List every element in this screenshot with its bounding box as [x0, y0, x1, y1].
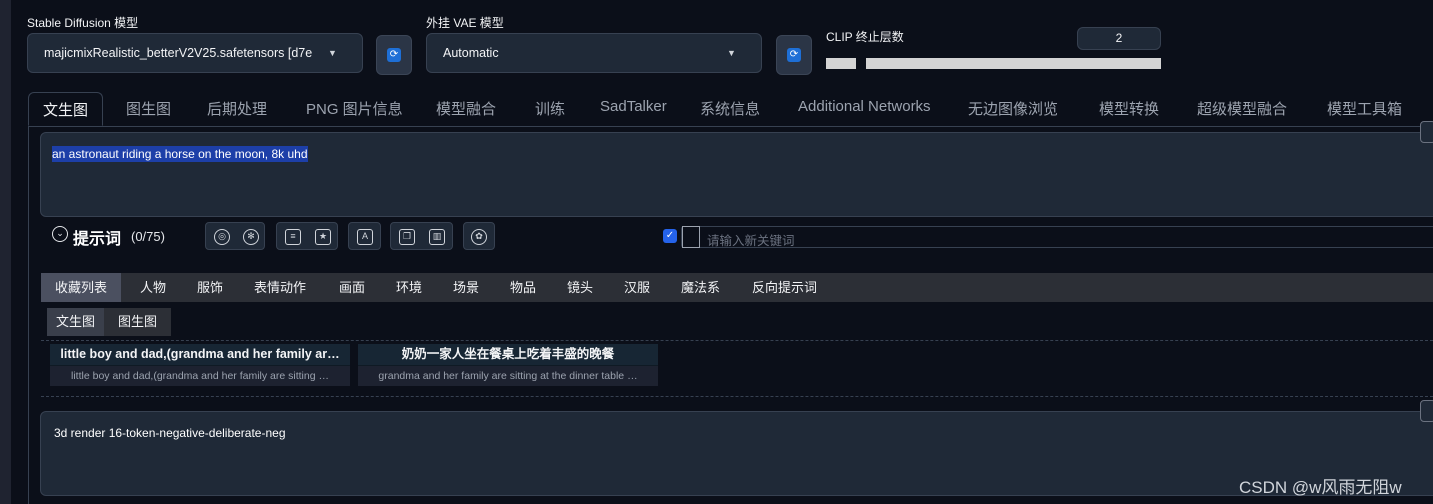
- bookmark-icon[interactable]: ★: [315, 229, 331, 245]
- tab-system-info[interactable]: 系统信息: [700, 98, 760, 119]
- vae-select-value: Automatic: [443, 46, 499, 60]
- tab-model-toolkit[interactable]: 模型工具箱: [1327, 98, 1402, 119]
- tab-merge[interactable]: 模型融合: [436, 98, 496, 119]
- tab-image-browser[interactable]: 无边图像浏览: [968, 98, 1058, 119]
- category-negative[interactable]: 反向提示词: [752, 273, 817, 302]
- openai-icon: ✿: [471, 229, 487, 245]
- category-tabs: 收藏列表 人物 服饰 表情动作 画面 环境 场景 物品 镜头 汉服 魔法系 反向…: [41, 273, 1433, 302]
- tab-img2img[interactable]: 图生图: [126, 98, 171, 119]
- gear-icon[interactable]: ✻: [243, 229, 259, 245]
- negative-prompt-text: 3d render 16-token-negative-deliberate-n…: [54, 426, 286, 440]
- model-refresh-button[interactable]: ⟳: [376, 35, 412, 75]
- keyword-placeholder: 请输入新关键词: [707, 234, 795, 248]
- negative-prompt-textarea[interactable]: 3d render 16-token-negative-deliberate-n…: [40, 411, 1433, 496]
- tab-additional-networks[interactable]: Additional Networks: [798, 98, 931, 115]
- main-tabs: 文生图 图生图 后期处理 PNG 图片信息 模型融合 训练 SadTalker …: [28, 92, 1433, 127]
- collapse-chevron-icon[interactable]: ⌄: [52, 226, 68, 242]
- prompt-title: 提示词: [73, 231, 122, 248]
- vae-refresh-button[interactable]: ⟳: [776, 35, 812, 75]
- refresh-icon: ⟳: [387, 48, 401, 62]
- subtab-txt2img[interactable]: 文生图: [47, 308, 105, 336]
- category-expression[interactable]: 表情动作: [254, 273, 306, 302]
- clip-slider-track[interactable]: [866, 58, 1161, 69]
- prompt-corner-button[interactable]: [1420, 121, 1433, 143]
- keyword-checkbox[interactable]: ✓: [663, 229, 677, 243]
- tab-png-info[interactable]: PNG 图片信息: [306, 98, 403, 119]
- tab-extras[interactable]: 后期处理: [207, 98, 267, 119]
- tab-sadtalker[interactable]: SadTalker: [600, 98, 667, 115]
- favorite-card-title: 奶奶一家人坐在餐桌上吃着丰盛的晚餐: [358, 344, 658, 365]
- favorite-card-title: little boy and dad,(grandma and her fami…: [50, 344, 350, 365]
- category-lens[interactable]: 镜头: [567, 273, 593, 302]
- history-icon[interactable]: ≡: [285, 229, 301, 245]
- prompt-textarea[interactable]: an astronaut riding a horse on the moon,…: [40, 132, 1433, 217]
- favorite-card[interactable]: little boy and dad,(grandma and her fami…: [50, 344, 350, 386]
- model-label: Stable Diffusion 模型: [27, 16, 139, 30]
- category-environment[interactable]: 环境: [396, 273, 422, 302]
- globe-icon[interactable]: ◎: [214, 229, 230, 245]
- subtab-img2img[interactable]: 图生图: [118, 308, 157, 336]
- favorites-subtabs: 文生图 图生图: [47, 308, 171, 336]
- translate-settings-group: ◎ ✻: [205, 222, 265, 250]
- category-composition[interactable]: 画面: [339, 273, 365, 302]
- trash-icon[interactable]: ▥: [429, 229, 445, 245]
- chevron-down-icon: ▼: [328, 48, 337, 58]
- category-scene[interactable]: 场景: [453, 273, 479, 302]
- category-items[interactable]: 物品: [510, 273, 536, 302]
- vae-select[interactable]: Automatic ▼: [426, 33, 762, 73]
- negative-corner-button[interactable]: [1420, 400, 1433, 422]
- clip-number-input[interactable]: 2: [1077, 27, 1161, 50]
- category-people[interactable]: 人物: [140, 273, 166, 302]
- category-favorites[interactable]: 收藏列表: [41, 273, 122, 302]
- tab-model-convert[interactable]: 模型转换: [1099, 98, 1159, 119]
- category-clothing[interactable]: 服饰: [197, 273, 223, 302]
- tab-super-merge[interactable]: 超级模型融合: [1197, 98, 1287, 119]
- history-favorite-group: ≡ ★: [276, 222, 338, 250]
- vae-label: 外挂 VAE 模型: [426, 16, 504, 30]
- clip-label: CLIP 终止层数: [826, 30, 904, 44]
- text-cursor-icon: [682, 226, 700, 248]
- model-select-value: majicmixRealistic_betterV2V25.safetensor…: [44, 46, 313, 60]
- tab-txt2img[interactable]: 文生图: [28, 92, 104, 126]
- prompt-token-count: (0/75): [131, 229, 165, 244]
- keyword-input[interactable]: 请输入新关键词: [681, 226, 1433, 248]
- clip-slider-track-left[interactable]: [826, 58, 856, 69]
- spellcheck-button[interactable]: A: [348, 222, 381, 250]
- spellcheck-icon: A: [357, 229, 373, 245]
- prompt-text: an astronaut riding a horse on the moon,…: [52, 146, 308, 162]
- favorite-card-desc: grandma and her family are sitting at th…: [358, 366, 658, 386]
- copy-icon[interactable]: ❐: [399, 229, 415, 245]
- prompt-toolbar: ⌄ 提示词 (0/75) ◎ ✻ ≡ ★ A ❐ ▥ ✿ ✓ 请输入新关键词: [40, 222, 1433, 250]
- chevron-down-icon: ▼: [727, 48, 736, 58]
- favorite-card-desc: little boy and dad,(grandma and her fami…: [50, 366, 350, 386]
- category-hanfu[interactable]: 汉服: [624, 273, 650, 302]
- refresh-icon: ⟳: [787, 48, 801, 62]
- category-magic[interactable]: 魔法系: [681, 273, 720, 302]
- model-select[interactable]: majicmixRealistic_betterV2V25.safetensor…: [27, 33, 363, 73]
- chatgpt-button[interactable]: ✿: [463, 222, 495, 250]
- copy-clear-group: ❐ ▥: [390, 222, 453, 250]
- favorite-card[interactable]: 奶奶一家人坐在餐桌上吃着丰盛的晚餐 grandma and her family…: [358, 344, 658, 386]
- left-edge-bar: [0, 0, 11, 504]
- tab-train[interactable]: 训练: [535, 98, 565, 119]
- watermark: CSDN @w风雨无阻w: [1239, 478, 1402, 497]
